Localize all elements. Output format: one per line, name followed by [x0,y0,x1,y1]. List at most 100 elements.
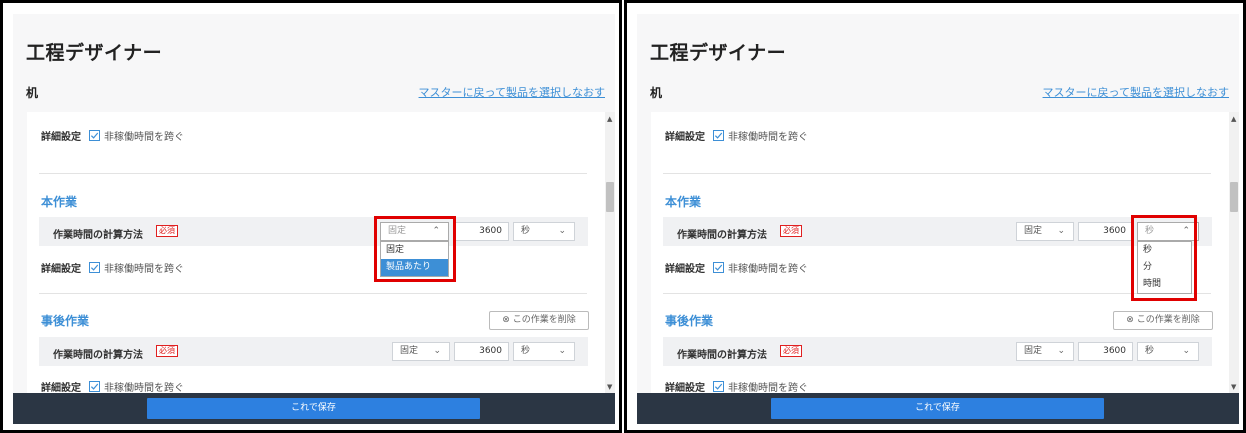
duration-input[interactable]: 3600 [454,342,509,361]
footer-bar: これで保存 [13,393,615,424]
back-to-master-link[interactable]: マスターに戻って製品を選択しなおす [419,84,605,100]
chevron-down-icon: ⌄ [433,346,441,356]
section-divider [39,293,587,294]
detail-settings-label: 詳細設定 [665,382,705,394]
section-title-post-work: 事後作業 [665,314,714,328]
nonworking-checkbox[interactable] [89,261,100,273]
calc-method-row-post: 作業時間の計算方法 必須 固定 ⌄ 3600 秒 ⌄ [663,337,1212,366]
footer-bar: これで保存 [637,393,1239,424]
scrollbar-thumb[interactable] [606,182,614,212]
detail-settings-row: 詳細設定 非稼働時間を跨ぐ [41,379,184,393]
detail-settings-label: 詳細設定 [665,263,705,275]
check-icon [714,383,723,390]
calc-method-label: 作業時間の計算方法 [53,350,143,361]
page-title: 工程デザイナー [650,42,787,64]
unit-select-value: 秒 [521,346,531,356]
check-icon [714,264,723,271]
chevron-down-icon: ⌄ [558,346,566,356]
nonworking-checkbox-label: 非稼働時間を跨ぐ [728,382,808,394]
required-badge: 必須 [156,345,178,357]
calc-method-select-value: 固定 [400,346,419,356]
calc-method-row-main: 作業時間の計算方法 必須 固定 ⌄ 3600 秒 ⌃ [663,217,1212,246]
save-button[interactable]: これで保存 [771,398,1104,419]
check-icon [90,264,99,271]
detail-settings-label: 詳細設定 [41,131,81,143]
nonworking-checkbox[interactable] [713,261,724,273]
chevron-down-icon: ⌄ [1182,346,1190,356]
product-name: 机 [650,86,663,100]
duration-input[interactable]: 3600 [454,222,509,241]
close-circle-icon: ⊗ [1126,315,1134,325]
calc-method-label: 作業時間の計算方法 [677,350,767,361]
detail-settings-label: 詳細設定 [41,382,81,394]
detail-settings-row: 詳細設定 非稼働時間を跨ぐ [665,379,808,393]
nonworking-checkbox[interactable] [713,129,724,141]
process-content-scroll-area[interactable]: 詳細設定 非稼働時間を跨ぐ 本作業 作業時間の計算方法 必須 固定 ⌄ 3600… [651,112,1239,393]
nonworking-checkbox[interactable] [89,129,100,141]
detail-settings-label: 詳細設定 [41,263,81,275]
unit-select-value: 秒 [521,226,531,236]
process-content-scroll-area[interactable]: 詳細設定 非稼働時間を跨ぐ 本作業 作業時間の計算方法 必須 固定 ⌃ 3600… [27,112,615,393]
chevron-down-icon: ⌄ [558,226,566,236]
nonworking-checkbox-label: 非稼働時間を跨ぐ [728,131,808,143]
unit-select-value: 秒 [1145,346,1155,356]
calc-method-select-value: 固定 [1024,226,1043,236]
section-title-main-work: 本作業 [665,195,702,209]
red-highlight-box [374,216,456,282]
delete-process-button[interactable]: ⊗ この作業を削除 [1113,311,1213,330]
unit-select[interactable]: 秒 ⌄ [513,222,575,241]
check-icon [90,383,99,390]
unit-select[interactable]: 秒 ⌄ [513,342,575,361]
nonworking-checkbox-label: 非稼働時間を跨ぐ [728,263,808,275]
calc-method-select-value: 固定 [1024,346,1043,356]
section-divider [663,173,1211,174]
calc-method-label: 作業時間の計算方法 [677,230,767,241]
duration-input[interactable]: 3600 [1078,342,1133,361]
scroll-up-arrow-icon[interactable]: ▲ [1231,116,1236,123]
product-name: 机 [26,86,39,100]
required-badge: 必須 [780,345,802,357]
right-screenshot-panel: 工程デザイナー 机 マスターに戻って製品を選択しなおす 詳細設定 非稼働時間を跨… [624,0,1246,433]
required-badge: 必須 [780,225,802,237]
close-circle-icon: ⊗ [502,315,510,325]
nonworking-checkbox-label: 非稼働時間を跨ぐ [104,382,184,394]
calc-method-label: 作業時間の計算方法 [53,230,143,241]
vertical-scrollbar[interactable]: ▲ ▼ [605,112,615,393]
delete-process-label: この作業を削除 [512,315,576,325]
required-badge: 必須 [156,225,178,237]
scrollbar-thumb[interactable] [1230,182,1238,212]
vertical-scrollbar[interactable]: ▲ ▼ [1229,112,1239,393]
back-to-master-link[interactable]: マスターに戻って製品を選択しなおす [1043,84,1229,100]
nonworking-checkbox[interactable] [89,380,100,392]
detail-settings-row: 詳細設定 非稼働時間を跨ぐ [665,128,808,143]
scroll-down-arrow-icon[interactable]: ▼ [607,384,612,391]
page-title: 工程デザイナー [26,42,163,64]
nonworking-checkbox-label: 非稼働時間を跨ぐ [104,131,184,143]
scroll-up-arrow-icon[interactable]: ▲ [607,116,612,123]
section-title-post-work: 事後作業 [41,314,90,328]
red-highlight-box [1131,215,1197,301]
nonworking-checkbox[interactable] [713,380,724,392]
calc-method-select[interactable]: 固定 ⌄ [1016,222,1074,241]
section-divider [663,293,1211,294]
delete-process-button[interactable]: ⊗ この作業を削除 [489,311,589,330]
save-button[interactable]: これで保存 [147,398,480,419]
unit-select[interactable]: 秒 ⌄ [1137,342,1199,361]
check-icon [714,132,723,139]
duration-input[interactable]: 3600 [1078,222,1133,241]
detail-settings-label: 詳細設定 [665,131,705,143]
chevron-down-icon: ⌄ [1057,346,1065,356]
scroll-down-arrow-icon[interactable]: ▼ [1231,384,1236,391]
check-icon [90,132,99,139]
process-designer-window: 工程デザイナー 机 マスターに戻って製品を選択しなおす 詳細設定 非稼働時間を跨… [637,14,1239,424]
delete-process-label: この作業を削除 [1136,315,1200,325]
left-screenshot-panel: 工程デザイナー 机 マスターに戻って製品を選択しなおす 詳細設定 非稼働時間を跨… [0,0,622,433]
process-designer-window: 工程デザイナー 机 マスターに戻って製品を選択しなおす 詳細設定 非稼働時間を跨… [13,14,615,424]
calc-method-row-post: 作業時間の計算方法 必須 固定 ⌄ 3600 秒 ⌄ [39,337,588,366]
detail-settings-row: 詳細設定 非稼働時間を跨ぐ [41,128,184,143]
detail-settings-row: 詳細設定 非稼働時間を跨ぐ [41,260,184,275]
nonworking-checkbox-label: 非稼働時間を跨ぐ [104,263,184,275]
calc-method-select[interactable]: 固定 ⌄ [1016,342,1074,361]
calc-method-select[interactable]: 固定 ⌄ [392,342,450,361]
section-title-main-work: 本作業 [41,195,78,209]
